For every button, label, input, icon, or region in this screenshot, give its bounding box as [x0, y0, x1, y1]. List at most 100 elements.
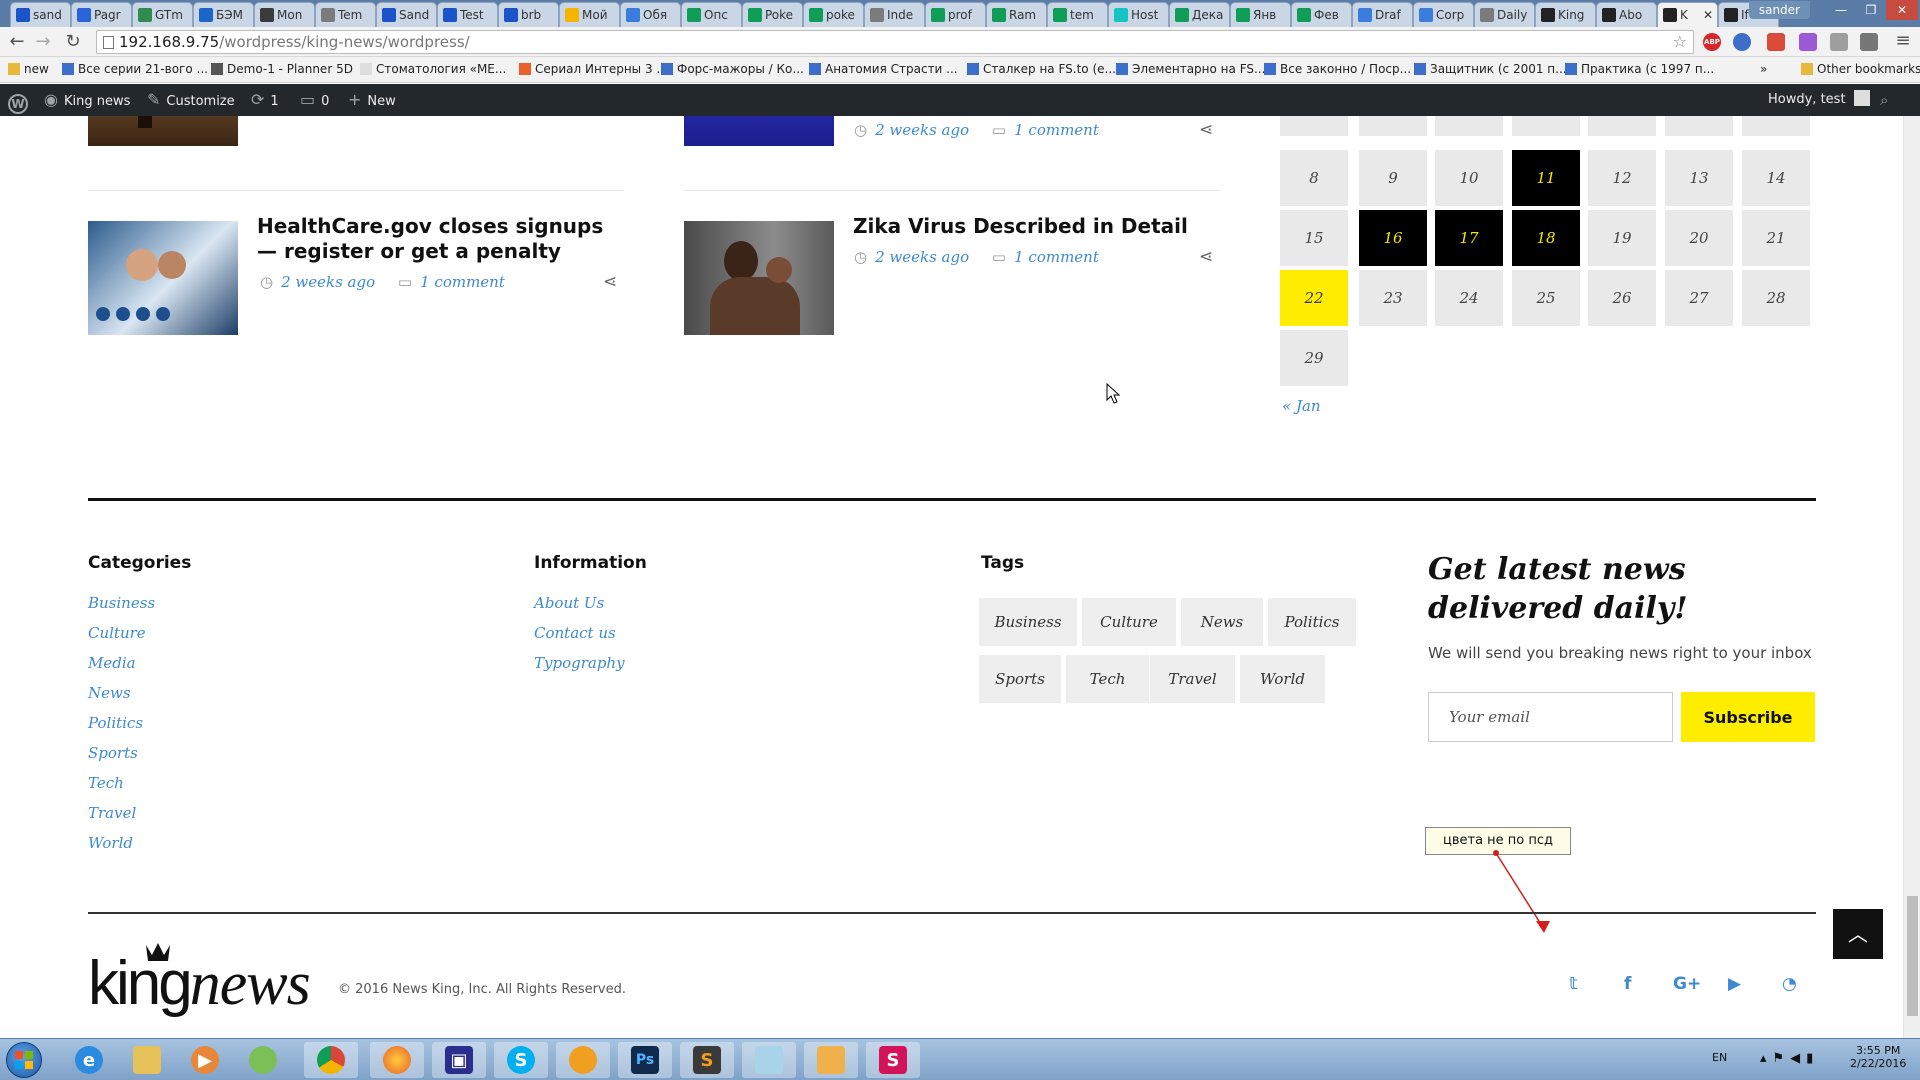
taskbar-photoshop-icon[interactable]: Ps	[618, 1042, 672, 1078]
post-date[interactable]: 2 weeks ago	[875, 248, 969, 266]
browser-tab[interactable]: Poke	[742, 2, 803, 27]
calendar-day[interactable]: 17	[1435, 210, 1503, 266]
facebook-icon[interactable]: f	[1624, 974, 1631, 994]
browser-tab[interactable]: Ram	[986, 2, 1047, 27]
browser-tab[interactable]: Host	[1108, 2, 1169, 27]
adblock-icon[interactable]: ABP	[1703, 33, 1721, 51]
browser-tab[interactable]: Daily	[1474, 2, 1535, 27]
footer-link[interactable]: Sports	[88, 744, 138, 762]
post-title[interactable]: Zika Virus Described in Detail	[853, 214, 1213, 239]
bookmark-item[interactable]: Форс-мажоры / Ко...	[661, 62, 804, 76]
bookmark-item[interactable]: Demo-1 - Planner 5D	[211, 62, 353, 76]
start-button[interactable]	[6, 1042, 42, 1078]
page-scrollbar[interactable]	[1903, 116, 1920, 1038]
post-thumbnail[interactable]	[88, 221, 238, 335]
tag-chip[interactable]: Business	[979, 598, 1077, 646]
taskbar-ie-icon[interactable]: e	[62, 1042, 116, 1078]
footer-link[interactable]: Culture	[88, 624, 146, 642]
address-bar[interactable]: 192.168.9.75/wordpress/king-news/wordpre…	[96, 30, 1694, 54]
browser-tab[interactable]: prof	[925, 2, 986, 27]
taskbar-notes-icon[interactable]	[742, 1042, 796, 1078]
browser-tab[interactable]: Corp	[1413, 2, 1474, 27]
browser-tab[interactable]: K ✕	[1657, 2, 1718, 27]
share-icon[interactable]: ⋖	[603, 272, 617, 292]
browser-tab[interactable]: GTm	[132, 2, 193, 27]
post-thumbnail[interactable]	[88, 116, 238, 146]
taskbar-save-icon[interactable]: ▣	[432, 1042, 486, 1078]
youtube-icon[interactable]: ▶	[1728, 974, 1741, 994]
footer-link[interactable]: Tech	[88, 774, 124, 792]
footer-link[interactable]: Business	[88, 594, 155, 612]
calendar-day[interactable]: 11	[1512, 150, 1580, 206]
bookmark-item[interactable]: Все серии 21-вого ...	[62, 62, 208, 76]
admin-site-link[interactable]: ◉ King news	[44, 84, 130, 116]
browser-tab[interactable]: Pagr	[71, 2, 132, 27]
footer-link[interactable]: World	[88, 834, 133, 852]
extension-pen-icon[interactable]	[1799, 33, 1817, 51]
admin-updates-link[interactable]: ⟳ 1	[251, 84, 279, 116]
admin-customize-link[interactable]: ✎ Customize	[147, 84, 235, 116]
bookmark-item[interactable]: Защитник (с 2001 п...	[1414, 62, 1567, 76]
newsletter-email-input[interactable]	[1428, 692, 1673, 742]
scrollbar-thumb[interactable]	[1907, 896, 1918, 1016]
browser-tab[interactable]: Mon	[254, 2, 315, 27]
admin-new-link[interactable]: + New	[348, 84, 396, 116]
browser-tab[interactable]: Обя	[620, 2, 681, 27]
browser-tab[interactable]: Inde	[864, 2, 925, 27]
extension-gmail-icon[interactable]	[1767, 33, 1785, 51]
rss-icon[interactable]: ◔	[1782, 974, 1797, 994]
footer-link[interactable]: Contact us	[534, 624, 616, 642]
wordpress-logo-icon[interactable]: W	[8, 84, 34, 116]
admin-search-icon[interactable]: ⌕	[1880, 84, 1894, 116]
post-date[interactable]: 2 weeks ago	[875, 121, 969, 139]
post-thumbnail[interactable]	[684, 221, 834, 335]
taskbar-app-icon[interactable]	[556, 1042, 610, 1078]
taskbar-skype-icon[interactable]: S	[494, 1042, 548, 1078]
extension-screen-icon[interactable]	[1860, 33, 1878, 51]
footer-link[interactable]: About Us	[534, 594, 604, 612]
browser-tab[interactable]: Опс	[681, 2, 742, 27]
bookmark-item[interactable]: Анатомия Страсти ...	[809, 62, 958, 76]
taskbar-sublime-icon[interactable]: S	[680, 1042, 734, 1078]
post-comments[interactable]: 1 comment	[420, 273, 505, 291]
calendar-day[interactable]: 18	[1512, 210, 1580, 266]
browser-tab[interactable]: Дека	[1169, 2, 1230, 27]
tag-chip[interactable]: News	[1181, 598, 1263, 646]
language-indicator[interactable]: EN	[1712, 1051, 1727, 1064]
tag-chip[interactable]: Travel	[1150, 655, 1235, 703]
browser-tab[interactable]: brb	[498, 2, 559, 27]
bookmark-item[interactable]: Сталкер на FS.to (е...	[967, 62, 1116, 76]
twitter-icon[interactable]: 𝕥	[1569, 974, 1578, 994]
bookmarks-more[interactable]: »	[1760, 62, 1767, 76]
share-icon[interactable]: ⋖	[1199, 247, 1213, 267]
bookmark-item[interactable]: Стоматология «МЕ...	[360, 62, 506, 76]
bookmark-item[interactable]: new	[8, 62, 49, 76]
share-icon[interactable]: ⋖	[1199, 120, 1213, 140]
browser-tab[interactable]: Sand	[376, 2, 437, 27]
bookmark-item[interactable]: Элементарно на FS...	[1116, 62, 1265, 76]
back-button[interactable]: ←	[6, 31, 28, 53]
browser-tab[interactable]: Draf	[1352, 2, 1413, 27]
browser-tab[interactable]: Янв	[1230, 2, 1291, 27]
close-window-button[interactable]: ✕	[1886, 0, 1918, 20]
taskbar-network-icon[interactable]	[236, 1042, 290, 1078]
post-comments[interactable]: 1 comment	[1014, 248, 1099, 266]
footer-link[interactable]: Travel	[88, 804, 136, 822]
admin-howdy[interactable]: Howdy, test	[1768, 84, 1870, 116]
bookmark-item[interactable]: Все законно / Поср...	[1264, 62, 1411, 76]
browser-tab[interactable]: Tem	[315, 2, 376, 27]
browser-tab[interactable]: БЭМ	[193, 2, 254, 27]
bookmark-star-icon[interactable]: ☆	[1673, 31, 1687, 53]
browser-tab[interactable]: King	[1535, 2, 1596, 27]
taskbar-viewer-icon[interactable]	[804, 1042, 858, 1078]
browser-tab[interactable]: poke	[803, 2, 864, 27]
bookmark-item[interactable]: Сериал Интерны 3 ...	[519, 62, 668, 76]
forward-button[interactable]: →	[32, 31, 54, 53]
subscribe-button[interactable]: Subscribe	[1681, 692, 1815, 742]
admin-comments-link[interactable]: ▭ 0	[300, 84, 329, 116]
clock[interactable]: 3:55 PM 2/22/2016	[1850, 1044, 1906, 1070]
footer-link[interactable]: News	[88, 684, 131, 702]
footer-link[interactable]: Typography	[534, 654, 625, 672]
extension-globe-icon[interactable]	[1733, 33, 1751, 51]
back-to-top-button[interactable]: ︿	[1833, 909, 1883, 959]
